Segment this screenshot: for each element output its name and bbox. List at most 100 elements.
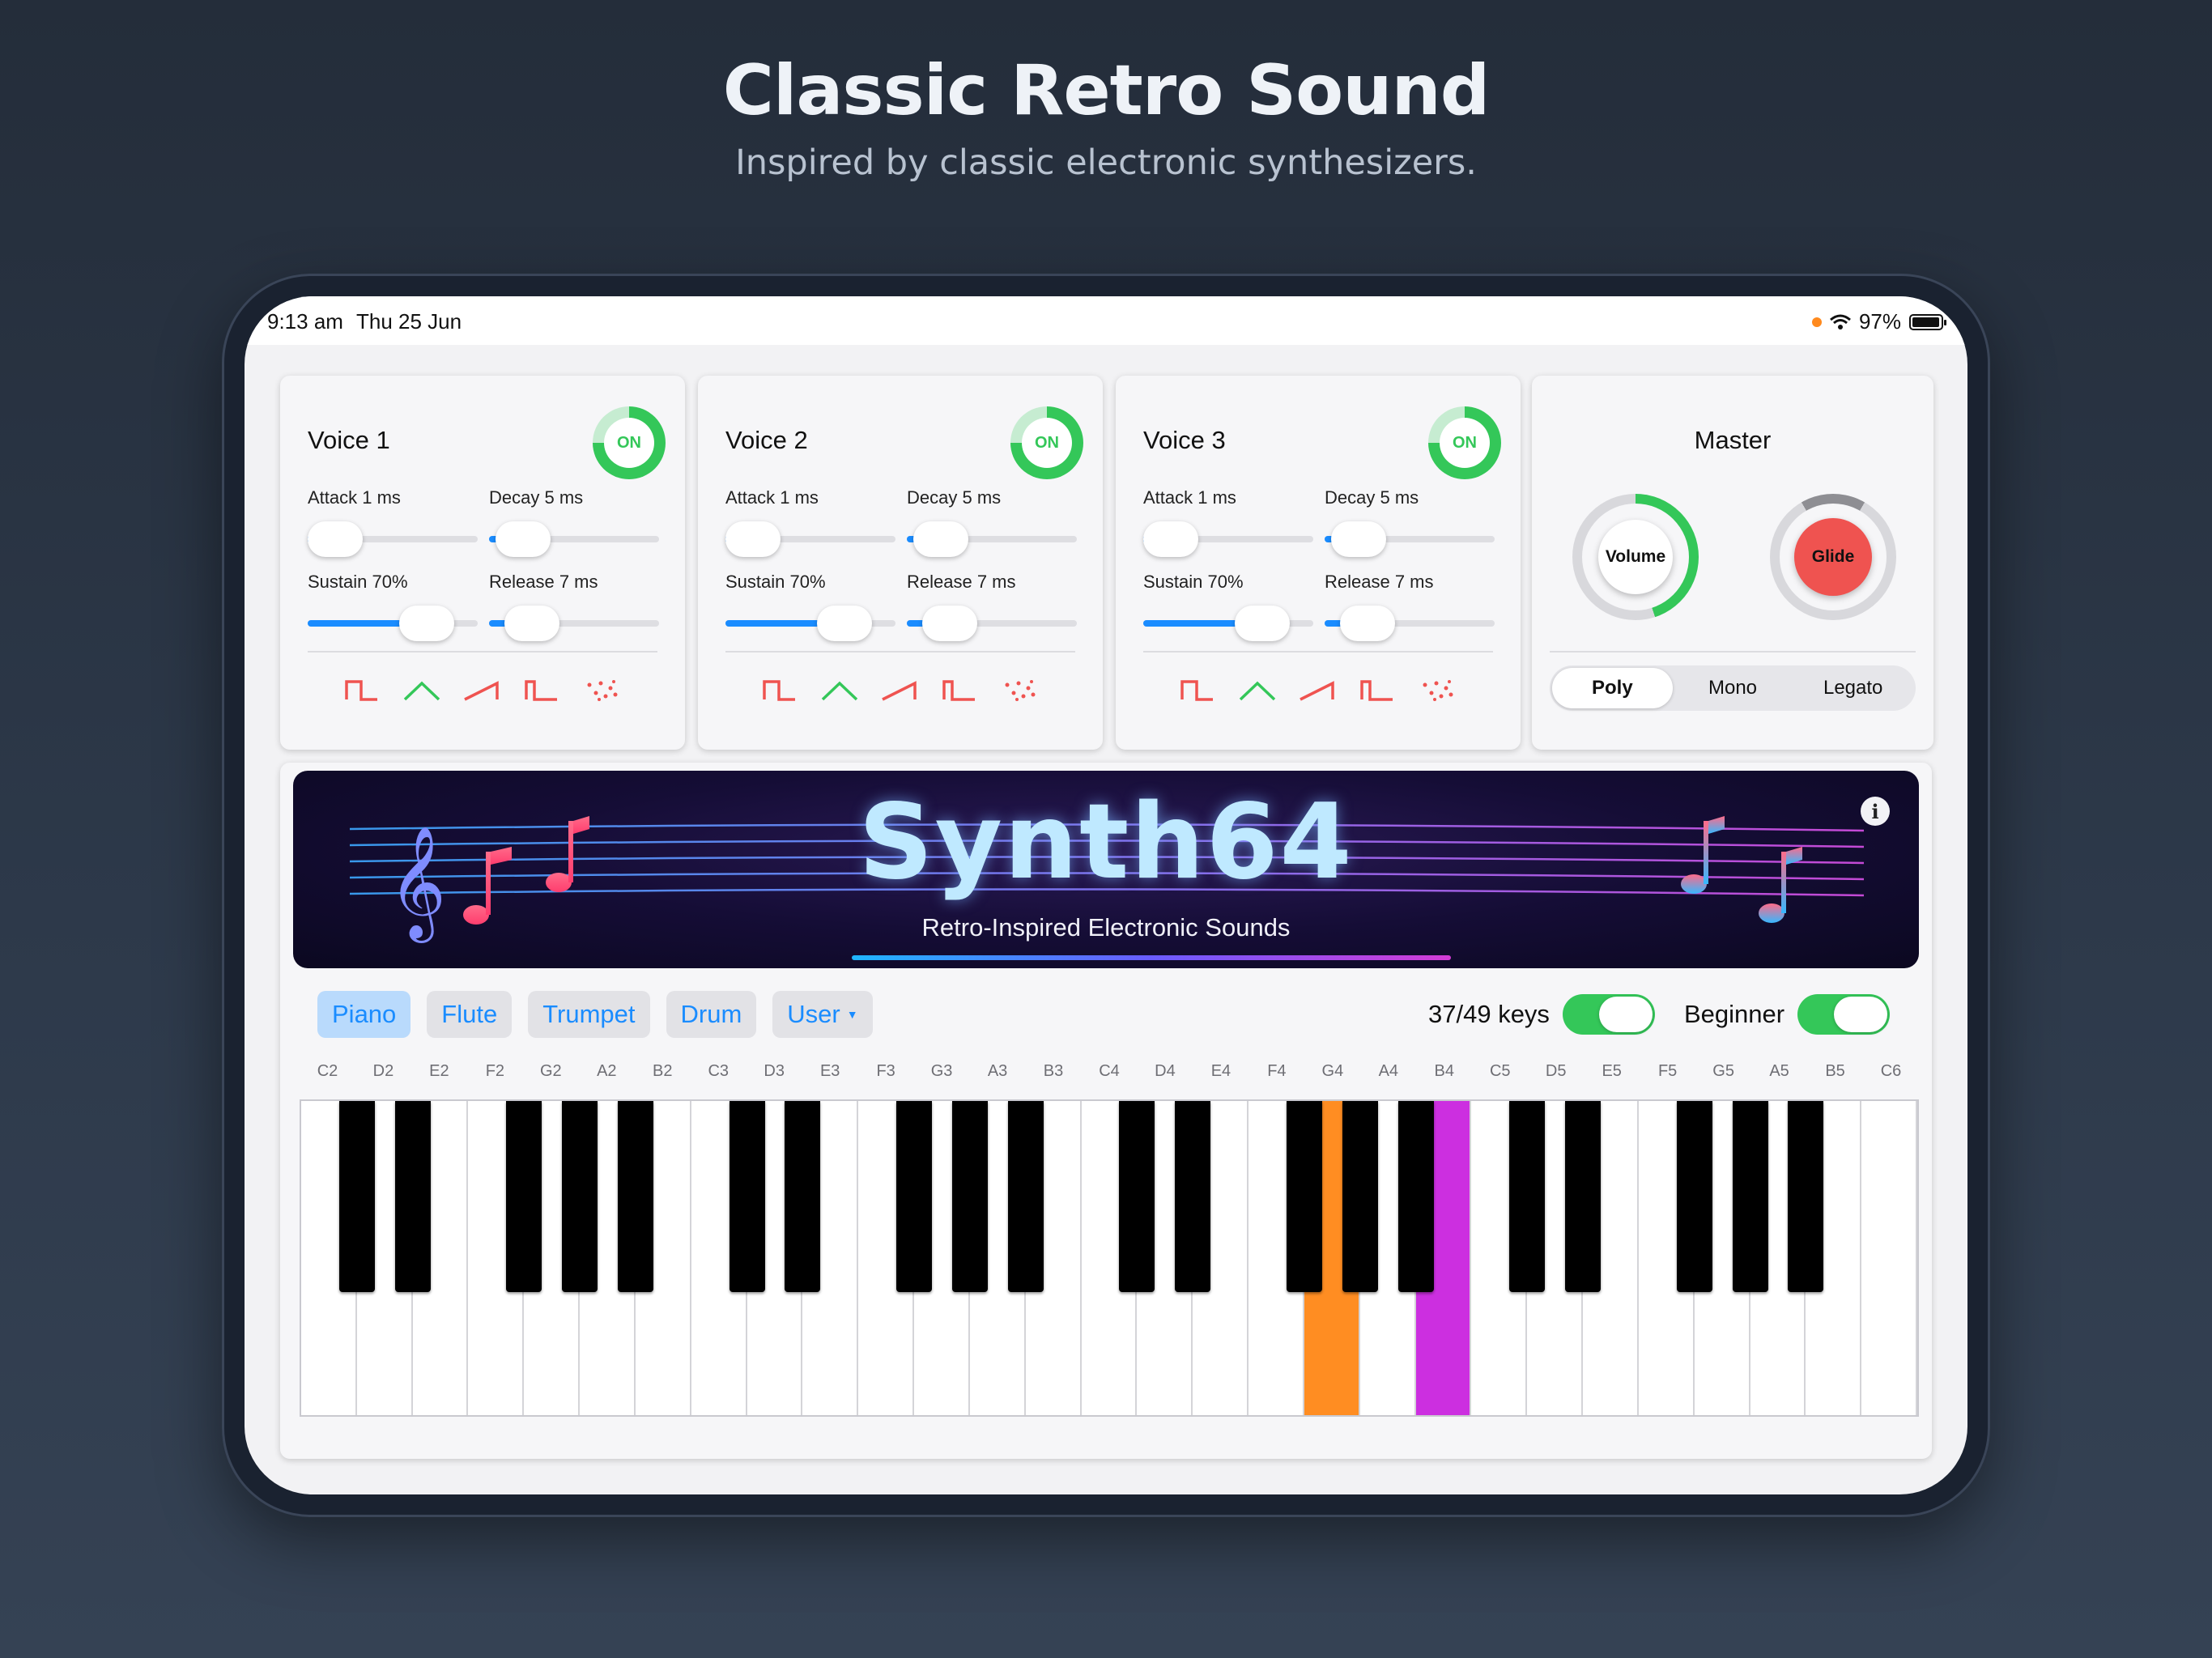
instrument-trumpet[interactable]: Trumpet bbox=[528, 991, 650, 1038]
black-key-a-sharp-2[interactable] bbox=[617, 1101, 653, 1292]
note-label: F4 bbox=[1267, 1062, 1287, 1080]
promo-subheadline: Inspired by classic electronic synthesiz… bbox=[735, 142, 1477, 183]
release-slider[interactable] bbox=[907, 606, 1077, 641]
attack-label: Attack 1 ms bbox=[725, 487, 819, 508]
note-label: B3 bbox=[1043, 1062, 1064, 1080]
pulse-wave-icon[interactable] bbox=[523, 675, 560, 704]
decay-slider[interactable] bbox=[1325, 521, 1495, 557]
beginner-toggle-knob bbox=[1834, 997, 1888, 1032]
pulse-wave-icon[interactable] bbox=[941, 675, 978, 704]
volume-knob[interactable]: Volume bbox=[1572, 494, 1699, 620]
instrument-user-dropdown[interactable]: User ▼ bbox=[772, 991, 873, 1038]
note-label: C5 bbox=[1489, 1062, 1511, 1080]
voice-on-label: ON bbox=[1022, 418, 1072, 468]
attack-slider-thumb[interactable] bbox=[725, 521, 781, 557]
instrument-drum[interactable]: Drum bbox=[666, 991, 757, 1038]
status-date: Thu 25 Jun bbox=[356, 309, 462, 334]
voice-divider bbox=[725, 651, 1075, 653]
voice-title: Voice 3 bbox=[1143, 426, 1226, 454]
promo-headline: Classic Retro Sound bbox=[722, 50, 1491, 131]
release-label: Release 7 ms bbox=[489, 572, 598, 592]
release-slider-thumb[interactable] bbox=[504, 606, 559, 641]
decay-slider-thumb[interactable] bbox=[496, 521, 551, 557]
sustain-slider-thumb[interactable] bbox=[1235, 606, 1290, 641]
sustain-slider-thumb[interactable] bbox=[817, 606, 872, 641]
square-wave-icon[interactable] bbox=[761, 675, 798, 704]
sustain-slider-thumb[interactable] bbox=[399, 606, 454, 641]
keys-toggle-label: 37/49 keys bbox=[1428, 1000, 1550, 1028]
note-label: F5 bbox=[1657, 1062, 1678, 1080]
glide-knob-label: Glide bbox=[1794, 518, 1872, 596]
decay-slider[interactable] bbox=[489, 521, 659, 557]
release-slider-thumb[interactable] bbox=[921, 606, 977, 641]
status-indicators: 97% bbox=[1811, 309, 1946, 334]
note-label: A3 bbox=[987, 1062, 1008, 1080]
white-key-c6[interactable] bbox=[1861, 1101, 1917, 1415]
attack-slider[interactable] bbox=[308, 521, 478, 557]
waveform-selector bbox=[343, 675, 620, 704]
pulse-wave-icon[interactable] bbox=[1359, 675, 1396, 704]
sawtooth-wave-icon[interactable] bbox=[881, 675, 918, 704]
black-key-a-sharp-5[interactable] bbox=[1788, 1101, 1824, 1292]
attack-slider[interactable] bbox=[725, 521, 895, 557]
battery-icon bbox=[1909, 313, 1946, 330]
release-slider[interactable] bbox=[489, 606, 659, 641]
instrument-selector: Piano Flute Trumpet Drum User ▼ bbox=[317, 991, 873, 1038]
black-key-c-sharp-2[interactable] bbox=[338, 1101, 375, 1292]
voice-on-toggle[interactable]: ON bbox=[1428, 406, 1501, 479]
sustain-slider[interactable] bbox=[308, 606, 478, 641]
triangle-wave-icon[interactable] bbox=[1239, 675, 1276, 704]
black-key-a-sharp-4[interactable] bbox=[1397, 1101, 1434, 1292]
triangle-wave-icon[interactable] bbox=[403, 675, 440, 704]
square-wave-icon[interactable] bbox=[1179, 675, 1216, 704]
black-key-a-sharp-3[interactable] bbox=[1007, 1101, 1044, 1292]
beginner-toggle-group: Beginner bbox=[1684, 994, 1891, 1035]
noise-wave-icon[interactable] bbox=[583, 675, 620, 704]
decay-slider[interactable] bbox=[907, 521, 1077, 557]
voice-on-toggle[interactable]: ON bbox=[1010, 406, 1083, 479]
black-key-f-sharp-3[interactable] bbox=[896, 1101, 933, 1292]
black-key-c-sharp-5[interactable] bbox=[1509, 1101, 1546, 1292]
release-slider-thumb[interactable] bbox=[1339, 606, 1395, 641]
decay-slider-thumb[interactable] bbox=[913, 521, 968, 557]
info-icon[interactable]: i bbox=[1861, 797, 1890, 826]
keys-toggle[interactable] bbox=[1562, 994, 1655, 1035]
mode-poly[interactable]: Poly bbox=[1552, 668, 1673, 708]
black-key-g-sharp-3[interactable] bbox=[951, 1101, 988, 1292]
decay-slider-thumb[interactable] bbox=[1331, 521, 1386, 557]
black-key-c-sharp-3[interactable] bbox=[729, 1101, 765, 1292]
glide-knob[interactable]: Glide bbox=[1770, 494, 1896, 620]
sawtooth-wave-icon[interactable] bbox=[463, 675, 500, 704]
black-key-d-sharp-3[interactable] bbox=[785, 1101, 821, 1292]
mode-mono[interactable]: Mono bbox=[1673, 668, 1793, 708]
beginner-toggle[interactable] bbox=[1797, 994, 1891, 1035]
volume-knob-track: Volume bbox=[1582, 504, 1689, 610]
attack-slider-thumb[interactable] bbox=[1143, 521, 1198, 557]
triangle-wave-icon[interactable] bbox=[821, 675, 858, 704]
black-key-c-sharp-4[interactable] bbox=[1119, 1101, 1155, 1292]
instrument-piano[interactable]: Piano bbox=[317, 991, 411, 1038]
black-key-d-sharp-4[interactable] bbox=[1175, 1101, 1211, 1292]
instrument-flute[interactable]: Flute bbox=[427, 991, 513, 1038]
black-key-g-sharp-2[interactable] bbox=[562, 1101, 598, 1292]
sustain-slider[interactable] bbox=[725, 606, 895, 641]
black-key-g-sharp-5[interactable] bbox=[1732, 1101, 1768, 1292]
black-key-f-sharp-5[interactable] bbox=[1676, 1101, 1712, 1292]
sustain-slider[interactable] bbox=[1143, 606, 1313, 641]
black-key-g-sharp-4[interactable] bbox=[1342, 1101, 1378, 1292]
chevron-down-icon: ▼ bbox=[846, 1008, 858, 1021]
note-labels: C2 D2 E2 F2 G2 A2 B2 C3 D3 E3 F3 G3 A3 B3 C4 D4 E4 F4 G4 A4… bbox=[300, 1062, 1919, 1086]
attack-slider[interactable] bbox=[1143, 521, 1313, 557]
square-wave-icon[interactable] bbox=[343, 675, 381, 704]
mode-legato[interactable]: Legato bbox=[1793, 668, 1913, 708]
black-key-f-sharp-2[interactable] bbox=[506, 1101, 542, 1292]
noise-wave-icon[interactable] bbox=[1419, 675, 1456, 704]
attack-slider-thumb[interactable] bbox=[308, 521, 363, 557]
black-key-f-sharp-4[interactable] bbox=[1286, 1101, 1322, 1292]
black-key-d-sharp-5[interactable] bbox=[1565, 1101, 1602, 1292]
sawtooth-wave-icon[interactable] bbox=[1299, 675, 1336, 704]
noise-wave-icon[interactable] bbox=[1001, 675, 1038, 704]
release-slider[interactable] bbox=[1325, 606, 1495, 641]
voice-on-toggle[interactable]: ON bbox=[593, 406, 666, 479]
black-key-d-sharp-2[interactable] bbox=[394, 1101, 431, 1292]
